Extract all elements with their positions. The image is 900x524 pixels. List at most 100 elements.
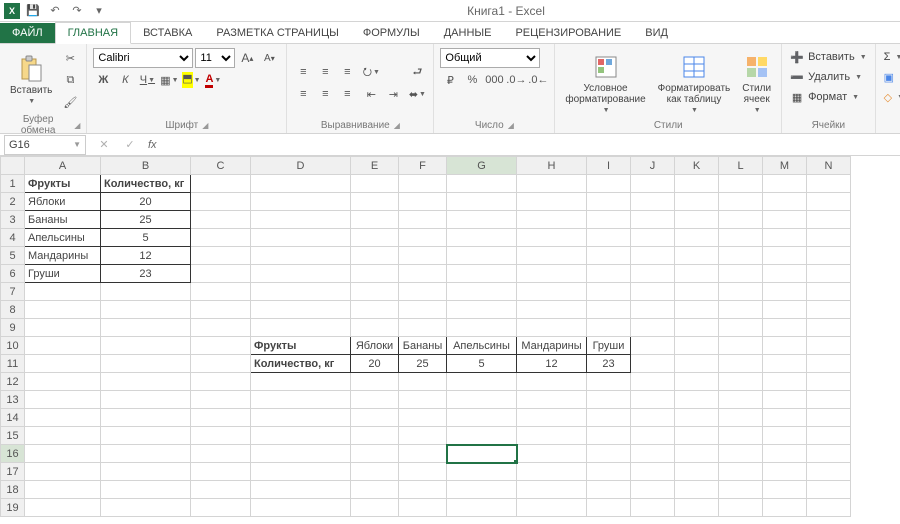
cell[interactable] <box>351 481 399 499</box>
column-header[interactable]: D <box>251 157 351 175</box>
column-header[interactable]: J <box>631 157 675 175</box>
cell[interactable] <box>399 283 447 301</box>
italic-button[interactable]: К <box>115 70 135 90</box>
cell[interactable]: Фрукты <box>251 337 351 355</box>
cell[interactable] <box>191 373 251 391</box>
cell[interactable] <box>251 391 351 409</box>
cell[interactable] <box>399 391 447 409</box>
cell[interactable] <box>101 427 191 445</box>
percent-button[interactable]: % <box>462 70 482 90</box>
row-header[interactable]: 8 <box>1 301 25 319</box>
cell[interactable] <box>807 373 851 391</box>
clipboard-dialog-launcher[interactable]: ◢ <box>74 121 80 130</box>
row-header[interactable]: 6 <box>1 265 25 283</box>
cell[interactable] <box>631 373 675 391</box>
cell[interactable] <box>351 463 399 481</box>
cell[interactable]: Яблоки <box>351 337 399 355</box>
cell[interactable] <box>719 391 763 409</box>
column-header[interactable]: G <box>447 157 517 175</box>
cell[interactable] <box>763 337 807 355</box>
cell[interactable] <box>351 409 399 427</box>
cell[interactable] <box>631 355 675 373</box>
cell[interactable] <box>675 211 719 229</box>
cell[interactable] <box>25 283 101 301</box>
cell[interactable] <box>675 373 719 391</box>
align-right-button[interactable]: ≡ <box>337 84 357 104</box>
cell[interactable] <box>517 391 587 409</box>
cell[interactable] <box>351 193 399 211</box>
cell[interactable] <box>25 373 101 391</box>
cell[interactable]: 5 <box>101 229 191 247</box>
cell[interactable] <box>399 499 447 517</box>
cell[interactable] <box>191 193 251 211</box>
cell[interactable]: Груши <box>25 265 101 283</box>
cell[interactable] <box>719 337 763 355</box>
row-header[interactable]: 11 <box>1 355 25 373</box>
cell[interactable] <box>719 373 763 391</box>
cell[interactable] <box>631 445 675 463</box>
cell[interactable] <box>399 445 447 463</box>
cell[interactable] <box>251 229 351 247</box>
cell[interactable] <box>25 409 101 427</box>
cell[interactable] <box>719 463 763 481</box>
cell[interactable] <box>447 247 517 265</box>
row-header[interactable]: 17 <box>1 463 25 481</box>
cell[interactable] <box>25 445 101 463</box>
column-header[interactable]: A <box>25 157 101 175</box>
cell[interactable] <box>251 265 351 283</box>
tab-home[interactable]: ГЛАВНАЯ <box>55 22 131 44</box>
cell[interactable] <box>101 355 191 373</box>
cell[interactable] <box>101 499 191 517</box>
cell[interactable] <box>251 283 351 301</box>
tab-data[interactable]: ДАННЫЕ <box>432 23 504 43</box>
cell[interactable] <box>25 301 101 319</box>
cell[interactable] <box>101 283 191 301</box>
column-header[interactable]: B <box>101 157 191 175</box>
column-header[interactable]: L <box>719 157 763 175</box>
cell[interactable] <box>587 193 631 211</box>
cell[interactable]: 5 <box>447 355 517 373</box>
cell[interactable] <box>447 373 517 391</box>
cell[interactable] <box>631 175 675 193</box>
row-header[interactable]: 7 <box>1 283 25 301</box>
cell[interactable] <box>399 265 447 283</box>
row-header[interactable]: 16 <box>1 445 25 463</box>
select-all-corner[interactable] <box>1 157 25 175</box>
wrap-text-button[interactable]: ⮐ <box>407 62 427 82</box>
cell[interactable] <box>517 175 587 193</box>
cell[interactable] <box>191 409 251 427</box>
cell[interactable] <box>675 409 719 427</box>
align-dialog-launcher[interactable]: ◢ <box>394 121 400 130</box>
align-bottom-button[interactable]: ≡ <box>337 62 357 82</box>
cell[interactable] <box>807 247 851 265</box>
accept-formula-button[interactable]: ✓ <box>120 135 140 155</box>
cell[interactable] <box>251 427 351 445</box>
cell[interactable] <box>763 445 807 463</box>
cell[interactable] <box>399 175 447 193</box>
cell[interactable] <box>719 229 763 247</box>
cell[interactable] <box>25 355 101 373</box>
cell[interactable] <box>807 319 851 337</box>
cell[interactable] <box>807 175 851 193</box>
cell[interactable] <box>807 427 851 445</box>
cell[interactable] <box>631 409 675 427</box>
cell[interactable] <box>631 391 675 409</box>
cell[interactable] <box>675 265 719 283</box>
cell[interactable] <box>675 355 719 373</box>
cell[interactable] <box>631 481 675 499</box>
cell[interactable] <box>351 427 399 445</box>
formula-input[interactable] <box>163 135 900 155</box>
cell[interactable] <box>191 427 251 445</box>
cell[interactable]: 12 <box>101 247 191 265</box>
cell[interactable]: Груши <box>587 337 631 355</box>
cell[interactable] <box>675 427 719 445</box>
copy-button[interactable]: ⧉ <box>60 70 80 90</box>
cell[interactable] <box>447 391 517 409</box>
cell[interactable] <box>763 229 807 247</box>
orientation-button[interactable]: ⭮▼ <box>361 62 381 82</box>
cell[interactable] <box>763 409 807 427</box>
cell[interactable]: 20 <box>351 355 399 373</box>
cell[interactable]: Фрукты <box>25 175 101 193</box>
cell[interactable] <box>675 193 719 211</box>
cell[interactable] <box>631 301 675 319</box>
